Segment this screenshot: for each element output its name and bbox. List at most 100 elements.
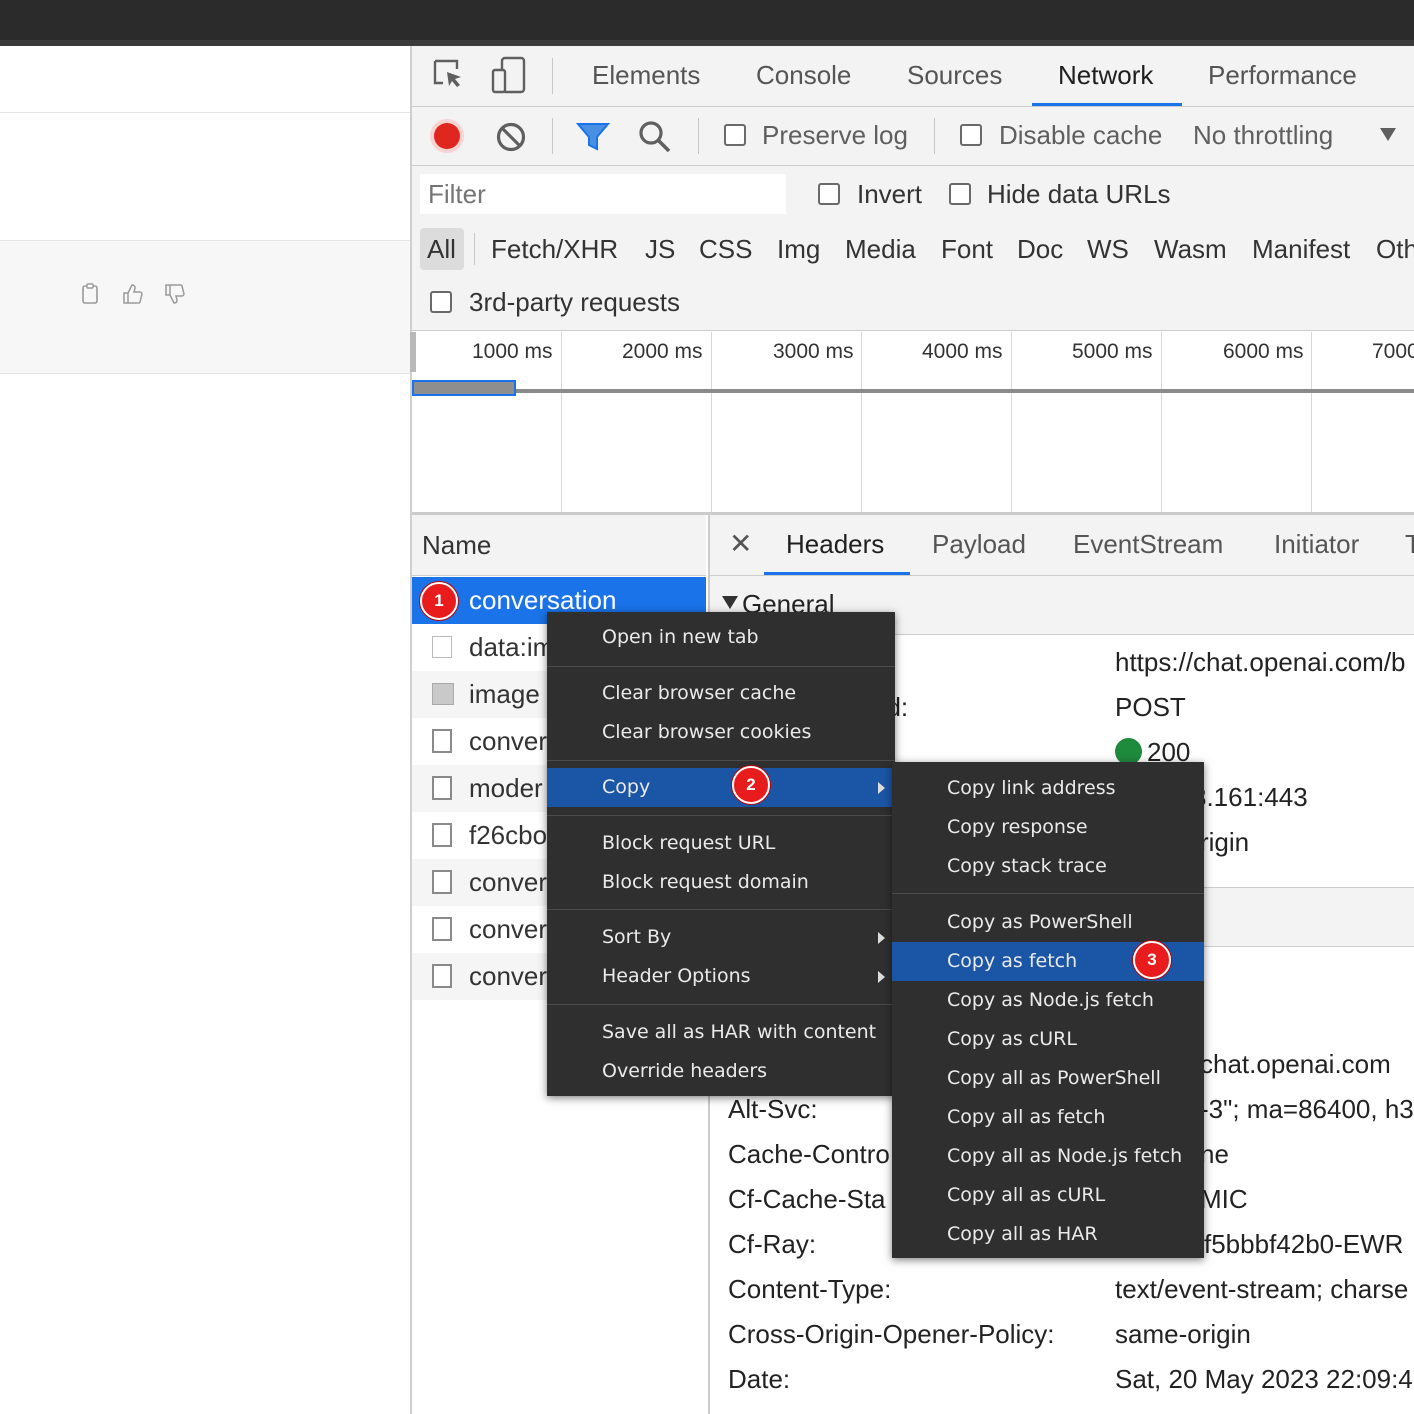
tab-eventstream[interactable]: EventStream: [1073, 515, 1223, 573]
type-filter-img[interactable]: Img: [777, 228, 820, 270]
name-column-header[interactable]: Name: [422, 530, 491, 561]
type-filter-manifest[interactable]: Manifest: [1252, 228, 1350, 270]
tab-console[interactable]: Console: [756, 46, 851, 106]
timeline-tick: 6000 ms: [1223, 340, 1304, 363]
type-filter-css[interactable]: CSS: [699, 228, 752, 270]
menu-item-copy-all-as-fetch[interactable]: Copy all as fetch: [892, 1098, 1204, 1137]
type-filter-wasm[interactable]: Wasm: [1154, 228, 1227, 270]
request-name: conver: [469, 867, 548, 897]
type-filter-ws[interactable]: WS: [1087, 228, 1129, 270]
header-value: Sat, 20 May 2023 22:09:4: [1115, 1364, 1413, 1394]
filter-icon[interactable]: [575, 121, 611, 158]
menu-item-sort-by[interactable]: Sort By: [547, 918, 895, 957]
header-value: chat.openai.com: [1200, 1049, 1391, 1079]
toolbar-separator: [552, 118, 553, 154]
step-badge-3: 3: [1133, 941, 1171, 979]
tab-timing[interactable]: T: [1405, 515, 1414, 573]
timeline-tick: 1000 ms: [472, 340, 553, 363]
menu-item-override-headers[interactable]: Override headers: [547, 1052, 895, 1091]
tab-network[interactable]: Network: [1058, 46, 1153, 106]
toolbar-separator: [934, 118, 935, 154]
clipboard-icon[interactable]: [80, 283, 100, 305]
tab-elements[interactable]: Elements: [592, 46, 700, 106]
thumbs-down-icon[interactable]: [164, 283, 185, 305]
record-button[interactable]: [430, 119, 464, 153]
type-filter-media[interactable]: Media: [845, 228, 916, 270]
menu-item-copy-all-as-har[interactable]: Copy all as HAR: [892, 1215, 1204, 1254]
type-separator: [474, 233, 475, 265]
menu-item-copy-all-as-powershell[interactable]: Copy all as PowerShell: [892, 1059, 1204, 1098]
menu-item-clear-cookies[interactable]: Clear browser cookies: [547, 713, 895, 752]
page-header-area: [0, 46, 410, 113]
type-filter-font[interactable]: Font: [941, 228, 993, 270]
header-key: Cf-Ray:: [728, 1229, 817, 1259]
header-key: Alt-Svc:: [728, 1094, 818, 1124]
menu-item-save-har[interactable]: Save all as HAR with content: [547, 1013, 895, 1052]
menu-item-copy-link-address[interactable]: Copy link address: [892, 769, 1204, 808]
menu-item-copy-response[interactable]: Copy response: [892, 808, 1204, 847]
tab-performance[interactable]: Performance: [1208, 46, 1357, 106]
header-key: Content-Type:: [728, 1274, 892, 1304]
thumbs-up-icon[interactable]: [122, 283, 143, 305]
menu-item-copy-as-curl[interactable]: Copy as cURL: [892, 1020, 1204, 1059]
timeline-handle[interactable]: [410, 332, 416, 372]
menu-item-block-domain[interactable]: Block request domain: [547, 863, 895, 902]
document-icon: [432, 917, 452, 941]
menu-item-open-new-tab[interactable]: Open in new tab: [547, 618, 895, 657]
menu-item-copy-all-as-nodejs-fetch[interactable]: Copy all as Node.js fetch: [892, 1137, 1204, 1176]
menu-separator: [547, 760, 895, 761]
remote-address-value: 3.161:443: [1192, 782, 1308, 812]
type-filter-js[interactable]: JS: [645, 228, 675, 270]
invert-checkbox[interactable]: [818, 183, 840, 205]
clear-icon[interactable]: [495, 121, 527, 158]
timeline-selection[interactable]: [412, 380, 516, 396]
tab-initiator[interactable]: Initiator: [1274, 515, 1359, 573]
type-filter-doc[interactable]: Doc: [1017, 228, 1063, 270]
tab-sources[interactable]: Sources: [907, 46, 1002, 106]
type-filter-fetch-xhr[interactable]: Fetch/XHR: [491, 228, 618, 270]
third-party-checkbox[interactable]: [430, 291, 452, 313]
tab-payload[interactable]: Payload: [932, 515, 1026, 573]
hide-data-urls-label: Hide data URLs: [987, 179, 1171, 209]
request-name: image: [469, 679, 540, 709]
record-icon: [434, 123, 460, 149]
filter-input[interactable]: [420, 174, 786, 214]
menu-item-copy-as-powershell[interactable]: Copy as PowerShell: [892, 903, 1204, 942]
menu-item-block-url[interactable]: Block request URL: [547, 824, 895, 863]
details-active-tab-indicator: [764, 572, 910, 575]
timeline-tick: 5000 ms: [1072, 340, 1153, 363]
menu-item-copy[interactable]: Copy: [547, 768, 895, 807]
menu-item-sort-by-label: Sort By: [602, 926, 672, 948]
invert-label: Invert: [857, 179, 923, 209]
menu-item-copy-stack-trace[interactable]: Copy stack trace: [892, 847, 1204, 886]
request-name: f26cbo: [469, 820, 548, 850]
timeline-gridline: [1311, 332, 1312, 512]
menu-separator: [892, 893, 1204, 894]
device-toolbar-icon[interactable]: [490, 56, 528, 99]
timeline-gridline: [711, 332, 712, 512]
menu-item-copy-all-as-curl[interactable]: Copy all as cURL: [892, 1176, 1204, 1215]
menu-item-copy-as-nodejs-fetch[interactable]: Copy as Node.js fetch: [892, 981, 1204, 1020]
status-ok-icon: [1115, 738, 1142, 765]
menu-item-header-options[interactable]: Header Options: [547, 957, 895, 996]
chevron-down-icon[interactable]: [1380, 128, 1396, 141]
hide-data-urls-checkbox[interactable]: [949, 183, 971, 205]
search-icon[interactable]: [638, 120, 672, 159]
disable-cache-checkbox[interactable]: [960, 124, 982, 146]
inspect-element-icon[interactable]: [432, 58, 466, 97]
header-value: f5bbbf42b0-EWR: [1204, 1229, 1404, 1259]
type-filter-all[interactable]: All: [427, 228, 456, 270]
page-divider: [0, 112, 410, 113]
preserve-log-checkbox[interactable]: [724, 124, 746, 146]
close-icon[interactable]: ✕: [729, 530, 752, 558]
step-badge-2: 2: [732, 766, 770, 804]
header-value: same-origin: [1115, 1319, 1251, 1349]
document-icon: [432, 776, 452, 800]
chat-response-band: [0, 240, 410, 374]
header-key: Date:: [728, 1364, 791, 1394]
throttling-select[interactable]: No throttling: [1193, 120, 1333, 151]
header-value: ne: [1200, 1139, 1229, 1169]
menu-item-clear-cache[interactable]: Clear browser cache: [547, 674, 895, 713]
type-filter-other[interactable]: Oth: [1376, 228, 1414, 270]
tab-headers[interactable]: Headers: [786, 515, 884, 573]
